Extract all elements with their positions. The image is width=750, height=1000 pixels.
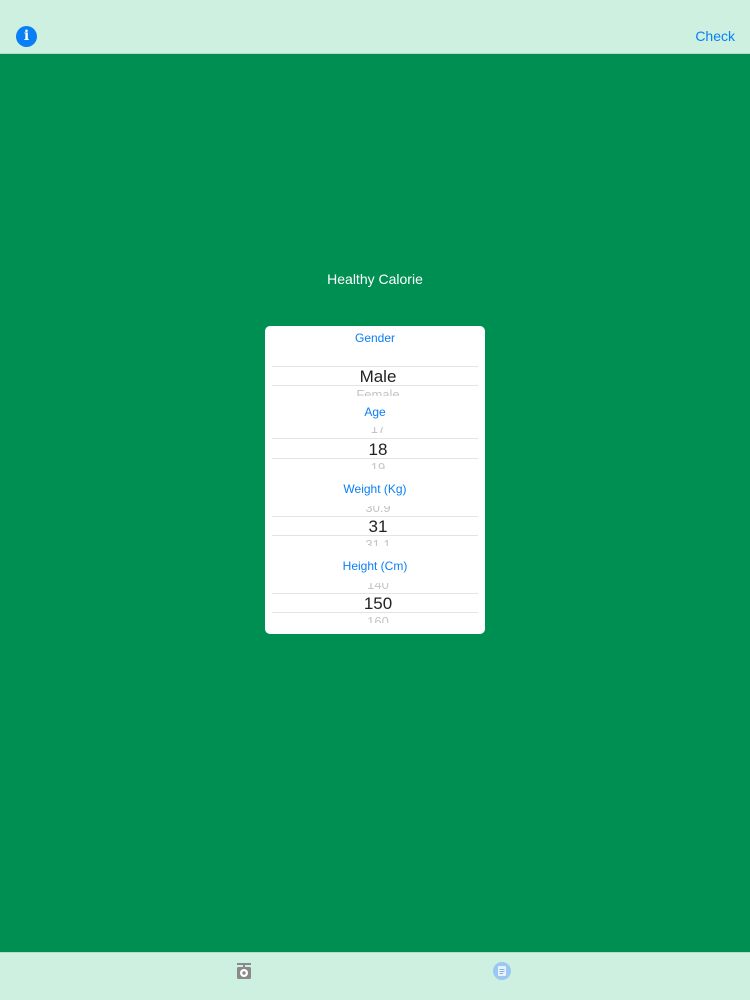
check-button[interactable]: Check [695, 28, 735, 44]
picker-divider [272, 458, 478, 459]
height-picker-next[interactable]: 160 [265, 614, 485, 623]
weight-label: Weight (Kg) [343, 482, 407, 496]
age-picker-prev[interactable]: 17 [265, 427, 485, 436]
picker-divider [272, 385, 478, 386]
picker-divider [272, 438, 478, 439]
picker-card: Gender Male Female Age 17 18 19 Weight (… [265, 326, 485, 634]
tab-report[interactable] [482, 953, 522, 1000]
gender-picker-selected[interactable]: Male [265, 367, 485, 387]
height-label: Height (Cm) [342, 559, 408, 573]
tab-bar [0, 952, 750, 1000]
app-title: Healthy Calorie [327, 271, 423, 287]
gender-picker-next[interactable]: Female [265, 387, 485, 396]
height-picker-selected[interactable]: 150 [265, 594, 485, 614]
age-picker-selected[interactable]: 18 [265, 440, 485, 460]
scale-icon [237, 963, 251, 979]
weight-picker-prev[interactable]: 30.9 [265, 506, 485, 515]
picker-divider [272, 535, 478, 536]
report-icon [493, 962, 511, 980]
height-picker-prev[interactable]: 140 [265, 583, 485, 592]
weight-picker-next[interactable]: 31.1 [265, 537, 485, 546]
tab-scale[interactable] [224, 953, 264, 1000]
age-label: Age [364, 405, 386, 419]
navigation-bar: i Check [0, 0, 750, 54]
weight-picker-selected[interactable]: 31 [265, 517, 485, 537]
picker-divider [272, 612, 478, 613]
age-picker-next[interactable]: 19 [265, 460, 485, 469]
info-icon[interactable]: i [16, 26, 37, 47]
gender-label: Gender [354, 331, 396, 345]
